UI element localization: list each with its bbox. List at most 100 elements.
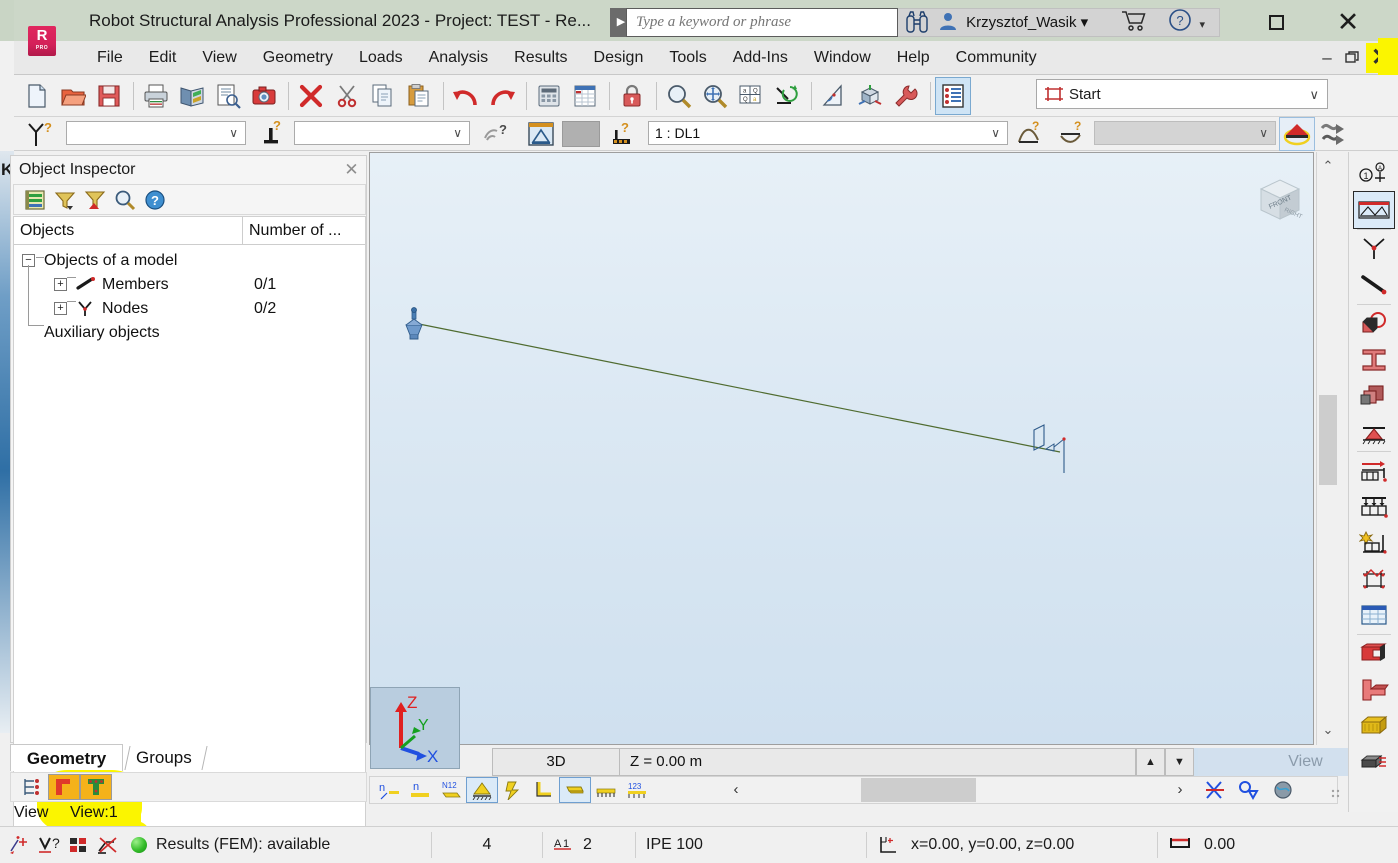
- loads-icon[interactable]: [591, 778, 621, 802]
- structure-tree-icon[interactable]: [17, 775, 47, 799]
- tray-scrollbar-thumb[interactable]: [861, 778, 976, 802]
- plate-section-icon[interactable]: [1354, 672, 1394, 708]
- tray-prev-button[interactable]: ‹: [726, 778, 746, 802]
- menu-item-geometry[interactable]: Geometry: [250, 41, 346, 75]
- tables-icon[interactable]: [1354, 597, 1394, 633]
- snapshot-button[interactable]: [247, 78, 281, 114]
- render-icon[interactable]: [1268, 778, 1298, 802]
- view-cube[interactable]: FRONT RIGHT: [1251, 171, 1309, 229]
- calculations-button[interactable]: [532, 78, 566, 114]
- chevron-down-icon[interactable]: ∨: [991, 126, 1000, 140]
- menu-item-design[interactable]: Design: [581, 41, 657, 75]
- save-file-button[interactable]: [92, 78, 126, 114]
- resize-grip[interactable]: [1330, 786, 1342, 802]
- sections-icon[interactable]: [498, 778, 528, 802]
- filter-icon[interactable]: [50, 187, 80, 213]
- chevron-down-icon[interactable]: ∨: [229, 126, 238, 140]
- section-display-icon[interactable]: [1234, 778, 1264, 802]
- filter-clear-icon[interactable]: [80, 187, 110, 213]
- menu-item-tools[interactable]: Tools: [656, 41, 719, 75]
- tree-row[interactable]: Auxiliary objects: [14, 321, 365, 345]
- mdi-minimize-button[interactable]: –: [1314, 43, 1340, 73]
- search-input[interactable]: [627, 9, 897, 36]
- cut-button[interactable]: [330, 78, 364, 114]
- search-box[interactable]: [626, 8, 898, 37]
- moment-diagram-icon[interactable]: ?: [1014, 119, 1046, 149]
- support-icon[interactable]: [1354, 414, 1394, 450]
- scrollbar-thumb[interactable]: [1319, 395, 1337, 485]
- tab-geometry[interactable]: Geometry: [10, 744, 123, 771]
- view-name[interactable]: View:1: [70, 804, 118, 822]
- preferences-button[interactable]: [889, 78, 923, 114]
- bar-display-icon[interactable]: [1352, 191, 1395, 229]
- redo-button[interactable]: [485, 78, 519, 114]
- load-case-query-icon[interactable]: ?: [608, 119, 640, 149]
- model-canvas[interactable]: [370, 153, 1313, 744]
- node-view-icon[interactable]: [80, 774, 112, 800]
- scroll-down-icon[interactable]: ⌄: [1317, 718, 1339, 742]
- section-combo[interactable]: ∨: [66, 121, 246, 145]
- menu-item-help[interactable]: Help: [884, 41, 943, 75]
- wave-diagram-button[interactable]: [1316, 118, 1350, 150]
- load-distributed-icon[interactable]: [1354, 489, 1394, 525]
- tray-scrollbar[interactable]: ‹ ›: [726, 778, 1190, 802]
- undo-button[interactable]: [449, 78, 483, 114]
- object-inspector-close-icon[interactable]: ✕: [342, 160, 361, 179]
- beam-section-icon[interactable]: [1354, 636, 1394, 672]
- results-table-button[interactable]: [568, 78, 602, 114]
- solid-icon[interactable]: [1354, 306, 1394, 342]
- menu-item-file[interactable]: File: [84, 41, 136, 75]
- model-viewport[interactable]: FRONT RIGHT: [369, 152, 1314, 745]
- new-file-button[interactable]: [20, 78, 54, 114]
- menu-item-community[interactable]: Community: [943, 41, 1050, 75]
- app-logo-icon[interactable]: R PRO: [28, 26, 56, 56]
- grid-icon[interactable]: [66, 833, 92, 857]
- section-profile-icon[interactable]: [1354, 342, 1394, 378]
- structure-frame-icon[interactable]: [1354, 561, 1394, 597]
- zoom-button[interactable]: [662, 78, 696, 114]
- auto-supports-icon[interactable]: [1354, 525, 1394, 561]
- load-linear-icon[interactable]: [1354, 453, 1394, 489]
- node-add-icon[interactable]: [6, 833, 34, 857]
- help-menu[interactable]: ? ▾: [1168, 8, 1216, 37]
- zoom-window-button[interactable]: a Q Q a: [734, 78, 768, 114]
- 3d-view-button[interactable]: [853, 78, 887, 114]
- tab-groups[interactable]: Groups: [127, 744, 201, 771]
- tree-row[interactable]: − Objects of a model: [14, 249, 365, 273]
- elevation-up-button[interactable]: ▲: [1136, 748, 1165, 776]
- cut-display-icon[interactable]: [1200, 778, 1230, 802]
- load-values-icon[interactable]: 123: [622, 778, 652, 802]
- timber-section-icon[interactable]: [1354, 708, 1394, 744]
- elevation-field[interactable]: Z = 0.00 m: [620, 748, 1136, 776]
- tree-expander[interactable]: +: [54, 278, 67, 291]
- pan-button[interactable]: [698, 78, 732, 114]
- print-setup-button[interactable]: [211, 78, 245, 114]
- support-query-icon[interactable]: ?: [258, 119, 288, 149]
- node-number-icon[interactable]: 1 A: [1354, 156, 1394, 192]
- window-maximize-button[interactable]: [1258, 8, 1294, 36]
- deflection-diagram-icon[interactable]: ?: [1056, 119, 1088, 149]
- menu-item-loads[interactable]: Loads: [346, 41, 416, 75]
- search-binoculars-icon[interactable]: [904, 8, 930, 37]
- menu-item-edit[interactable]: Edit: [136, 41, 190, 75]
- mdi-restore-button[interactable]: [1340, 43, 1366, 73]
- paste-button[interactable]: [402, 78, 436, 114]
- releases-icon[interactable]: [529, 778, 559, 802]
- scroll-up-icon[interactable]: ⌃: [1317, 154, 1339, 178]
- delete-button[interactable]: [294, 78, 328, 114]
- elevation-down-button[interactable]: ▼: [1165, 748, 1194, 776]
- panel-icon[interactable]: [1354, 378, 1394, 414]
- print-button[interactable]: [139, 78, 173, 114]
- view-layout-selector[interactable]: Start ∨: [1036, 79, 1328, 109]
- help-caret-icon[interactable]: ▾: [1199, 19, 1205, 31]
- panels-icon[interactable]: [559, 777, 591, 803]
- open-file-button[interactable]: [56, 78, 90, 114]
- node-numbers-icon[interactable]: n: [374, 778, 404, 802]
- layout-manager-button[interactable]: [935, 77, 971, 115]
- copy-button[interactable]: [366, 78, 400, 114]
- supports-icon[interactable]: [466, 777, 498, 803]
- release-query-icon[interactable]: ?: [480, 119, 512, 149]
- account-menu[interactable]: Krzysztof_Wasik ▾: [938, 8, 1108, 37]
- material-combo[interactable]: ∨: [294, 121, 470, 145]
- structure-view-button[interactable]: [524, 119, 558, 149]
